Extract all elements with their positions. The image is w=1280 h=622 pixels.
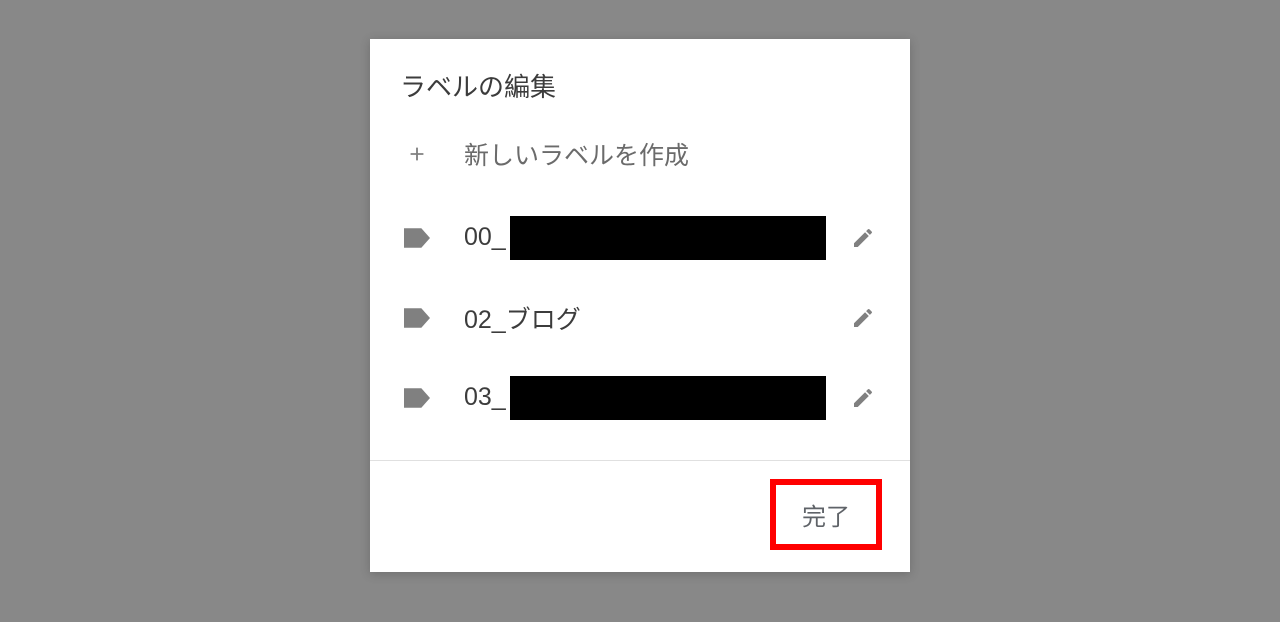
edit-icon[interactable] bbox=[846, 386, 880, 410]
dialog-header: ラベルの編集 bbox=[370, 39, 910, 116]
label-row: 03_ bbox=[400, 356, 880, 440]
edit-icon[interactable] bbox=[846, 226, 880, 250]
dialog-title: ラベルの編集 bbox=[400, 67, 880, 104]
label-name: 03_ bbox=[464, 383, 506, 412]
dialog-content: 新しいラベルを作成 00_ 02_ブログ bbox=[370, 116, 910, 460]
create-new-label-row[interactable]: 新しいラベルを作成 bbox=[400, 116, 880, 196]
label-icon bbox=[400, 227, 434, 249]
label-row: 02_ブログ bbox=[400, 280, 880, 356]
redacted-block bbox=[510, 376, 826, 420]
label-name: 00_ bbox=[464, 223, 506, 252]
label-icon bbox=[400, 387, 434, 409]
create-new-label-text: 新しいラベルを作成 bbox=[464, 136, 689, 172]
edit-labels-dialog: ラベルの編集 新しいラベルを作成 00_ bbox=[370, 39, 910, 572]
edit-icon[interactable] bbox=[846, 306, 880, 330]
label-icon bbox=[400, 307, 434, 329]
label-name: 02_ブログ bbox=[464, 300, 581, 336]
done-button[interactable]: 完了 bbox=[770, 479, 882, 550]
plus-icon bbox=[400, 143, 434, 165]
dialog-footer: 完了 bbox=[370, 460, 910, 572]
redacted-block bbox=[510, 216, 826, 260]
label-row: 00_ bbox=[400, 196, 880, 280]
